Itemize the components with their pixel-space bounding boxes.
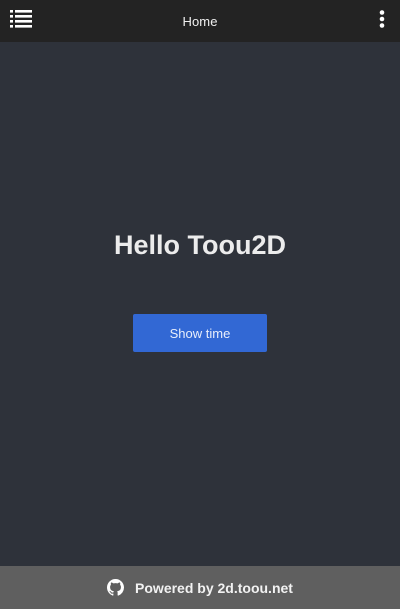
page-title: Home: [182, 13, 218, 29]
more-vertical-icon: [379, 10, 385, 28]
app-window: Home Hello Toou2D Show time Powered by 2…: [0, 0, 400, 609]
hello-heading: Hello Toou2D: [114, 230, 286, 260]
footer-text: Powered by 2d.toou.net: [135, 579, 293, 596]
list-icon: [10, 10, 32, 28]
top-app-bar: Home: [0, 0, 400, 42]
github-icon: [107, 579, 125, 596]
menu-button[interactable]: [10, 10, 32, 28]
show-time-button[interactable]: Show time: [133, 314, 267, 352]
powered-by-link[interactable]: Powered by 2d.toou.net: [107, 579, 293, 596]
more-options-button[interactable]: [378, 10, 386, 28]
footer-bar: Powered by 2d.toou.net: [0, 566, 400, 609]
